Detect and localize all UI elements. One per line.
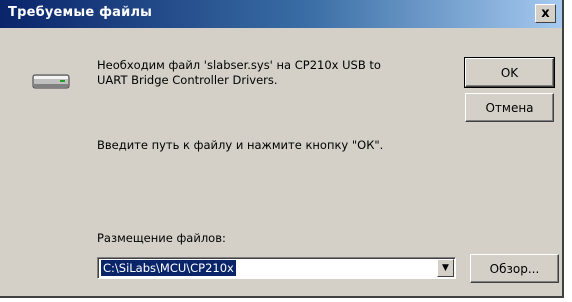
browse-button[interactable]: Обзор... [470, 254, 559, 283]
close-icon: x [541, 6, 550, 21]
dropdown-arrow-button[interactable]: ▼ [437, 259, 454, 277]
location-label: Размещение файлов: [97, 231, 226, 245]
location-value[interactable]: C:\SiLabs\MCU\CP210x [101, 260, 236, 276]
dialog-window: Требуемые файлы x Необходим файл 'slabse… [0, 0, 564, 298]
title-bar[interactable]: Требуемые файлы x [0, 0, 562, 28]
drive-icon [32, 74, 70, 89]
location-combobox[interactable]: C:\SiLabs\MCU\CP210x ▼ [97, 257, 456, 279]
chevron-down-icon: ▼ [442, 263, 449, 273]
instruction-text: Введите путь к файлу и нажмите кнопку "О… [97, 138, 384, 152]
dialog-title: Требуемые файлы [8, 5, 153, 20]
message-line-1: Необходим файл 'slabser.sys' на CP210x U… [97, 58, 381, 72]
cancel-button[interactable]: Отмена [465, 93, 554, 122]
message-line-2: UART Bridge Controller Drivers. [97, 73, 278, 87]
ok-button[interactable]: OK [464, 57, 555, 88]
close-button[interactable]: x [535, 4, 556, 23]
